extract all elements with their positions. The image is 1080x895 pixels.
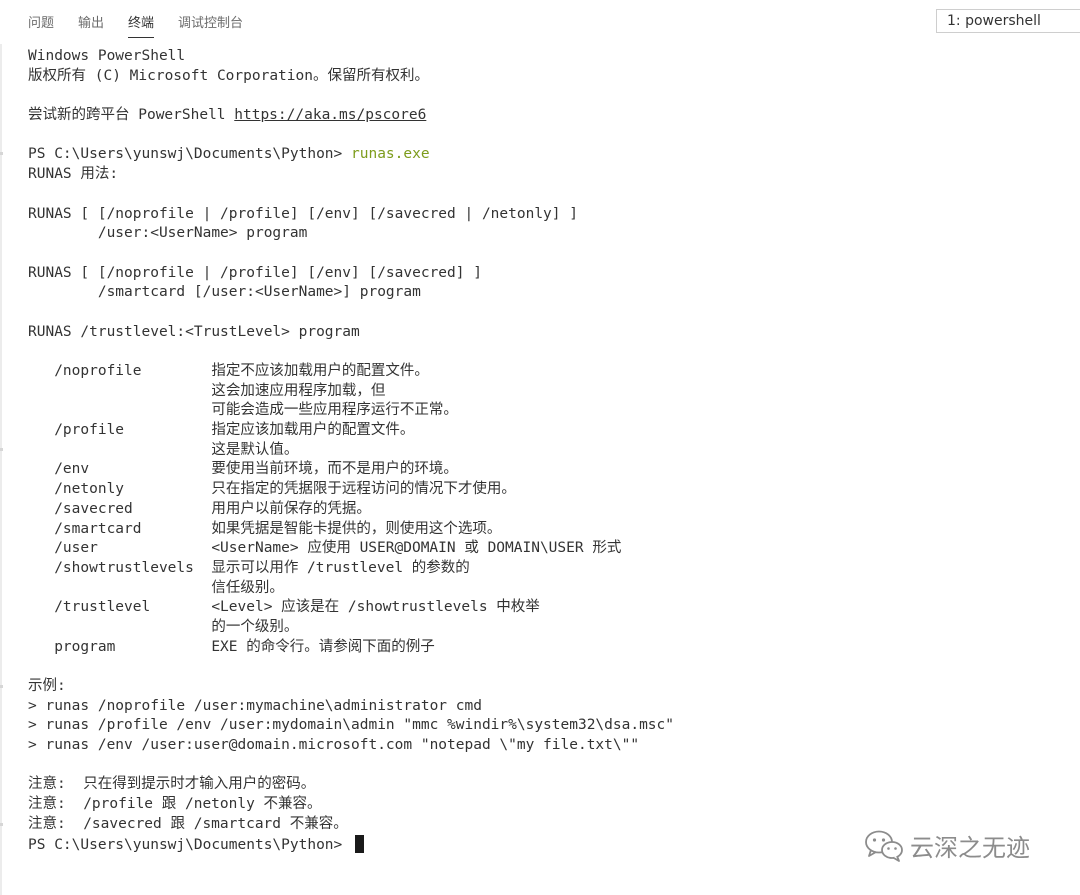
tab-output[interactable]: 输出 [78,12,104,38]
terminal-cursor [355,834,365,853]
terminal-line: /noprofile 指定不应该加载用户的配置文件。 [28,363,429,379]
try-text: 尝试新的跨平台 PowerShell [28,107,235,124]
terminal-line: 的一个级别。 [28,618,299,635]
gutter-marker [0,685,3,688]
command-output: RUNAS 用法: RUNAS [ [/noprofile | /profile]… [28,165,1080,834]
terminal-line: 注意: 只在得到提示时才输入用户的密码。 [28,776,316,793]
terminal-line: 这是默认值。 [28,441,299,458]
terminal-line: 注意: /profile 跟 /netonly 不兼容。 [28,796,322,813]
terminal-line: /user <UserName> 应使用 USER@DOMAIN 或 DOMAI… [28,540,622,557]
gutter-marker [0,823,3,826]
panel-tabs: 问题 输出 终端 调试控制台 [28,12,243,38]
terminal-line: /smartcard [/user:<UserName>] program [28,284,421,301]
terminal-output[interactable]: Windows PowerShell 版权所有 (C) Microsoft Co… [28,47,1080,854]
terminal-header-line: Windows PowerShell [28,48,186,64]
terminal-line: RUNAS [ [/noprofile | /profile] [/env] [… [28,205,578,222]
panel-left-edge [0,44,2,895]
terminal-line: /savecred 用用户以前保存的凭据。 [28,500,371,517]
terminal-line: /profile 指定应该加载用户的配置文件。 [28,422,415,439]
terminal-line: RUNAS /trustlevel:<TrustLevel> program [28,323,360,340]
pscore-link[interactable]: https://aka.ms/pscore6 [234,107,426,123]
terminal-line: /netonly 只在指定的凭据限于远程访问的情况下才使用。 [28,481,516,498]
terminal-line: /showtrustlevels 显示可以用作 /trustlevel 的参数的 [28,559,470,576]
command-text: runas.exe [351,146,430,163]
terminal-line: 可能会造成一些应用程序运行不正常。 [28,402,458,419]
terminal-line: 示例: [28,678,66,694]
wechat-icon [865,830,903,862]
terminal-line: /user:<UserName> program [28,225,308,242]
prompt-text: PS C:\Users\yunswj\Documents\Python> [28,146,352,163]
command-line: PS C:\Users\yunswj\Documents\Python> run… [28,145,1080,165]
terminal-line: program EXE 的命令行。请参阅下面的例子 [28,638,435,655]
watermark: 云深之无迹 [864,828,1030,863]
tab-problems[interactable]: 问题 [28,12,54,38]
terminal-line: 这会加速应用程序加载，但 [28,382,386,399]
terminal-line: > runas /profile /env /user:mydomain\adm… [28,717,675,734]
tab-terminal[interactable]: 终端 [128,12,155,38]
terminal-line: > runas /noprofile /user:mymachine\admin… [28,697,482,714]
panel-header: 问题 输出 终端 调试控制台 1: powershell [0,0,1080,44]
terminal-copyright-line: 版权所有 (C) Microsoft Corporation。保留所有权利。 [28,67,429,84]
tab-debug-console[interactable]: 调试控制台 [178,12,243,38]
terminal-line: > runas /env /user:user@domain.microsoft… [28,737,640,754]
terminal-line: RUNAS [ [/noprofile | /profile] [/env] [… [28,264,482,281]
terminal-try-line: 尝试新的跨平台 PowerShell https://aka.ms/pscore… [28,106,1080,126]
terminal-line: /smartcard 如果凭据是智能卡提供的，则使用这个选项。 [28,520,502,537]
gutter-marker [0,448,3,451]
terminal-line: /env 要使用当前环境，而不是用户的环境。 [28,461,458,478]
terminal-selector[interactable]: 1: powershell [936,9,1080,33]
terminal-line: RUNAS 用法: [28,166,119,183]
gutter-marker [0,152,3,155]
final-prompt-text: PS C:\Users\yunswj\Documents\Python> [28,836,352,853]
watermark-text: 云深之无迹 [910,834,1030,862]
terminal-line: 信任级别。 [28,579,284,596]
terminal-line: /trustlevel <Level> 应该是在 /showtrustlevel… [28,599,540,616]
